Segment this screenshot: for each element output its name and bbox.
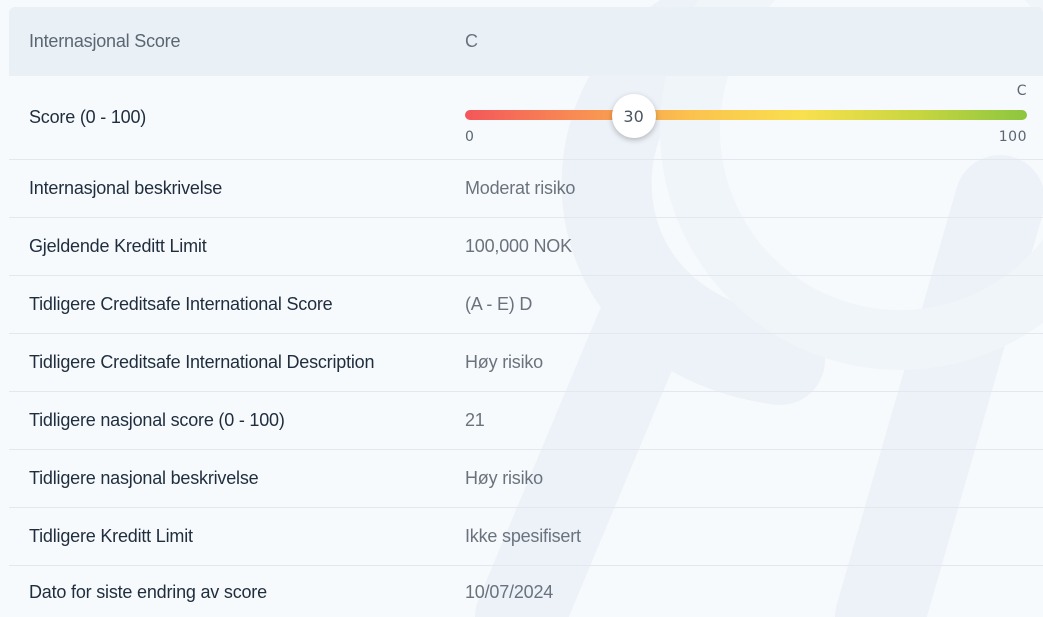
previous-international-score-label: Tidligere Creditsafe International Score	[29, 294, 333, 314]
table-row: Tidligere Creditsafe International Descr…	[9, 334, 1043, 392]
score-gradient-track	[465, 110, 1027, 120]
previous-credit-limit-label: Tidligere Kreditt Limit	[29, 526, 193, 546]
previous-international-score-value: (A - E) D	[465, 294, 533, 314]
score-table: Internasjonal Score C Score (0 - 100) C …	[9, 7, 1043, 617]
previous-national-description-value: Høy risiko	[465, 468, 543, 488]
score-max-label: 100	[998, 129, 1027, 145]
international-score-header-row: Internasjonal Score C	[9, 7, 1043, 76]
previous-national-description-label: Tidligere nasjonal beskrivelse	[29, 468, 259, 488]
last-score-change-date-label: Dato for siste endring av score	[29, 581, 267, 602]
table-row: Internasjonal beskrivelse Moderat risiko	[9, 160, 1043, 218]
current-credit-limit-label: Gjeldende Kreditt Limit	[29, 236, 207, 256]
score-details-panel: Internasjonal Score C Score (0 - 100) C …	[0, 0, 1043, 617]
previous-international-description-label: Tidligere Creditsafe International Descr…	[29, 352, 375, 372]
score-slider-row: Score (0 - 100) C 30 0 100	[9, 76, 1043, 160]
international-description-value: Moderat risiko	[465, 178, 576, 198]
table-row: Dato for siste endring av score 10/07/20…	[9, 566, 1043, 617]
score-range-label: Score (0 - 100)	[29, 107, 147, 127]
previous-national-score-label: Tidligere nasjonal score (0 - 100)	[29, 410, 285, 430]
international-score-label: Internasjonal Score	[29, 31, 181, 51]
previous-national-score-value: 21	[465, 410, 485, 430]
score-thumb: 30	[611, 94, 656, 138]
international-description-label: Internasjonal beskrivelse	[29, 178, 223, 198]
table-row: Tidligere Kreditt Limit Ikke spesifisert	[9, 508, 1043, 566]
previous-credit-limit-value: Ikke spesifisert	[465, 526, 581, 546]
table-row: Tidligere nasjonal score (0 - 100) 21	[9, 392, 1043, 450]
last-score-change-date-value: 10/07/2024	[465, 581, 554, 602]
table-row: Tidligere Creditsafe International Score…	[9, 276, 1043, 334]
international-score-value: C	[465, 31, 478, 51]
table-row: Gjeldende Kreditt Limit 100,000 NOK	[9, 218, 1043, 276]
score-thumb-value: 30	[623, 106, 644, 126]
score-slider: C 30 0 100	[465, 76, 1027, 160]
table-row: Tidligere nasjonal beskrivelse Høy risik…	[9, 450, 1043, 508]
score-min-label: 0	[465, 129, 475, 145]
current-credit-limit-value: 100,000 NOK	[465, 236, 572, 256]
score-grade-tag: C	[1016, 83, 1027, 99]
previous-international-description-value: Høy risiko	[465, 352, 543, 372]
